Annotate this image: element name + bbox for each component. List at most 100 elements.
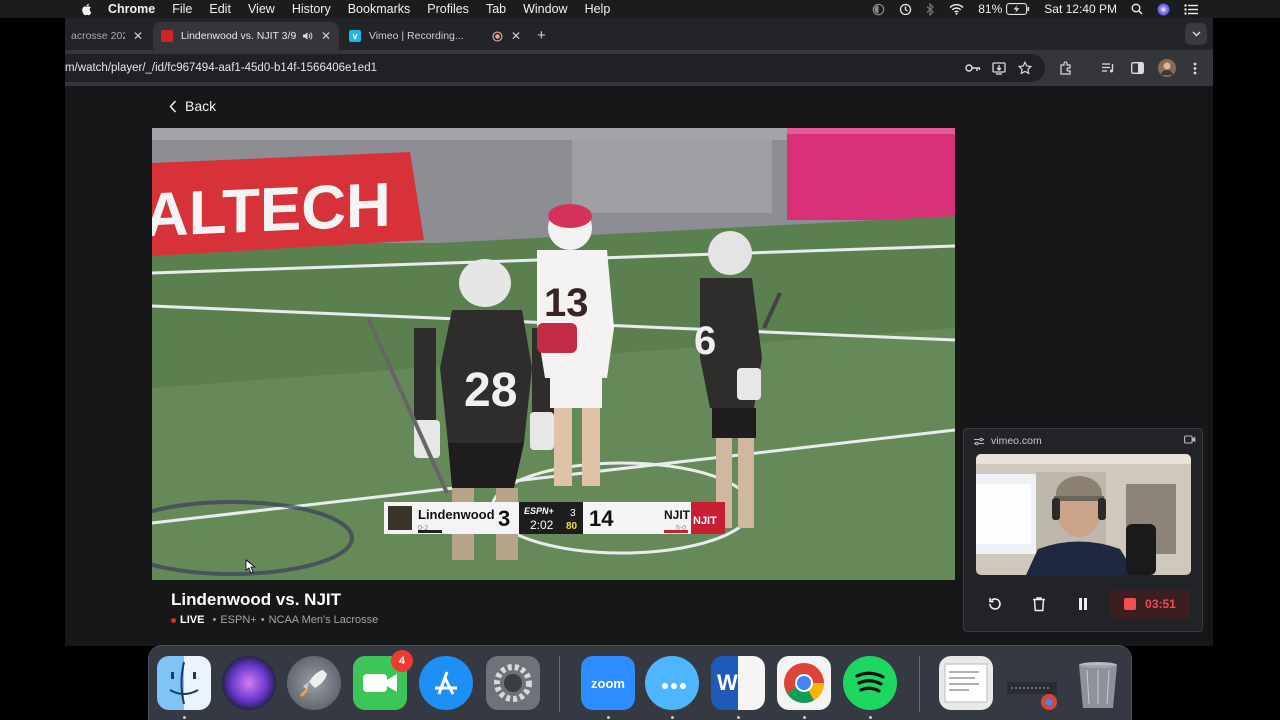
lindenwood-lion-logo xyxy=(388,506,412,530)
media-controls-icon[interactable] xyxy=(1100,60,1116,76)
app-store-icon[interactable] xyxy=(419,656,473,710)
launchpad-rocket-icon[interactable] xyxy=(287,656,341,710)
webcam-preview xyxy=(976,454,1191,575)
menu-help[interactable]: Help xyxy=(585,2,611,16)
menu-view[interactable]: View xyxy=(248,2,275,16)
menu-history[interactable]: History xyxy=(292,2,331,16)
tab-title: Vimeo | Recording... xyxy=(368,30,464,42)
back-button[interactable]: Back xyxy=(169,98,216,114)
menu-window[interactable]: Window xyxy=(523,2,567,16)
battery-charging-icon xyxy=(1006,3,1030,15)
zoom-app-icon[interactable]: zoom xyxy=(581,656,635,710)
close-tab-icon[interactable]: ✕ xyxy=(511,29,521,43)
extensions-puzzle-icon[interactable] xyxy=(1058,60,1074,76)
away-team-name: NJIT xyxy=(664,508,691,522)
install-app-icon[interactable] xyxy=(991,60,1007,76)
menu-app-name[interactable]: Chrome xyxy=(108,2,155,16)
back-label: Back xyxy=(185,98,217,114)
event-subline: LIVE • ESPN+ • NCAA Men's Lacrosse xyxy=(171,614,378,626)
banner-text: ALTECH xyxy=(152,171,391,251)
menubar-status-area: 81% Sat 12:40 PM xyxy=(858,0,1280,18)
bluetooth-icon[interactable] xyxy=(926,2,935,16)
tab-strip: acrosse 202 ✕ Lindenwood vs. NJIT 3/9/ ✕… xyxy=(65,18,1213,50)
menu-edit[interactable]: Edit xyxy=(209,2,231,16)
network-label: ESPN+ xyxy=(220,614,257,626)
wifi-icon[interactable] xyxy=(949,3,964,15)
dock-separator xyxy=(919,656,920,712)
messages-chat-icon[interactable] xyxy=(645,656,699,710)
separator-dot: • xyxy=(260,614,265,626)
url-text: m/watch/player/_/id/fc967494-aaf1-45d0-b… xyxy=(65,62,377,74)
stop-icon xyxy=(1124,598,1137,610)
time-machine-icon[interactable] xyxy=(899,3,912,16)
event-title: Lindenwood vs. NJIT xyxy=(171,590,342,609)
spotlight-search-icon[interactable] xyxy=(1131,3,1143,15)
siri-icon[interactable] xyxy=(1157,3,1170,16)
home-score: 3 xyxy=(498,506,510,531)
chevron-left-icon xyxy=(169,99,177,113)
tab-audio-icon[interactable] xyxy=(302,31,313,41)
recording-elapsed-time: 03:51 xyxy=(1145,597,1176,611)
menu-profiles[interactable]: Profiles xyxy=(427,2,469,16)
live-label: LIVE xyxy=(180,614,205,626)
side-panel-icon[interactable] xyxy=(1129,60,1145,76)
tab-lacrosse[interactable]: acrosse 202 ✕ xyxy=(65,22,151,50)
focus-mode-icon[interactable] xyxy=(872,3,885,16)
minimized-chrome-window-icon[interactable] xyxy=(1005,656,1059,710)
zoom-label: zoom xyxy=(591,675,625,691)
delete-recording-icon[interactable] xyxy=(1024,589,1054,619)
menu-bookmarks[interactable]: Bookmarks xyxy=(348,2,411,16)
new-tab-icon[interactable]: + xyxy=(537,27,546,44)
address-bar[interactable]: m/watch/player/_/id/fc967494-aaf1-45d0-b… xyxy=(65,54,1045,82)
battery-status[interactable]: 81% xyxy=(978,2,1030,16)
recorder-controls: 03:51 xyxy=(974,589,1194,619)
apple-menu-icon[interactable] xyxy=(80,2,94,16)
scorebug: Lindenwood 0-2 3 ESPN+ 2:02 3 80 14 NJIT… xyxy=(384,502,725,534)
document-stack-icon[interactable] xyxy=(939,656,993,710)
spotify-icon[interactable] xyxy=(843,656,897,710)
close-tab-icon[interactable]: ✕ xyxy=(133,29,143,43)
bookmark-star-icon[interactable] xyxy=(1017,60,1033,76)
running-indicator xyxy=(869,716,872,719)
site-settings-icon[interactable] xyxy=(974,437,984,446)
video-player[interactable]: ALTECH 28 13 6 Lindenwood 0-2 3 ESPN+ 2:… xyxy=(152,128,955,580)
tab-lindenwood-njit[interactable]: Lindenwood vs. NJIT 3/9/ ✕ xyxy=(153,22,339,50)
close-tab-icon[interactable]: ✕ xyxy=(321,29,331,43)
running-indicator xyxy=(183,716,186,719)
trash-icon[interactable] xyxy=(1071,656,1125,710)
control-center-icon[interactable] xyxy=(1184,3,1198,15)
tab-vimeo-recording[interactable]: v Vimeo | Recording... ✕ xyxy=(341,22,529,50)
camera-icon[interactable] xyxy=(1184,435,1196,444)
league-label: NCAA Men's Lacrosse xyxy=(268,614,379,626)
stop-recording-button[interactable]: 03:51 xyxy=(1110,589,1190,619)
recorder-site: vimeo.com xyxy=(991,435,1042,447)
menu-file[interactable]: File xyxy=(172,2,192,16)
siri-app-icon[interactable] xyxy=(222,656,276,710)
recorder-header: vimeo.com xyxy=(974,435,1042,447)
browser-toolbar: m/watch/player/_/id/fc967494-aaf1-45d0-b… xyxy=(65,50,1213,86)
restart-recording-icon[interactable] xyxy=(980,589,1010,619)
menu-tab[interactable]: Tab xyxy=(486,2,506,16)
player-number-28: 28 xyxy=(464,364,517,417)
word-letter: W xyxy=(717,670,738,695)
menubar-clock[interactable]: Sat 12:40 PM xyxy=(1044,2,1117,16)
tab-search-chevron-icon[interactable] xyxy=(1185,23,1207,45)
finder-icon[interactable] xyxy=(157,656,211,710)
browser-menu-kebab-icon[interactable] xyxy=(1187,60,1203,76)
mac-menu-bar: Chrome File Edit View History Bookmarks … xyxy=(0,0,1280,18)
battery-percent: 81% xyxy=(978,2,1003,16)
player-number-6: 6 xyxy=(694,319,716,363)
pause-recording-icon[interactable] xyxy=(1068,589,1098,619)
system-settings-gear-icon[interactable] xyxy=(486,656,540,710)
game-clock: 2:02 xyxy=(530,518,554,532)
profile-avatar[interactable] xyxy=(1158,59,1176,77)
tab-recording-icon xyxy=(492,30,503,42)
webcam-person-image xyxy=(976,454,1191,575)
live-indicator-dot xyxy=(171,617,176,623)
running-indicator xyxy=(607,716,610,719)
chrome-app-icon[interactable] xyxy=(777,656,831,710)
password-key-icon[interactable] xyxy=(965,60,981,76)
microsoft-word-icon[interactable]: W xyxy=(711,656,765,710)
vimeo-favicon-icon: v xyxy=(349,30,361,42)
espn-plus-logo: ESPN+ xyxy=(524,506,555,516)
